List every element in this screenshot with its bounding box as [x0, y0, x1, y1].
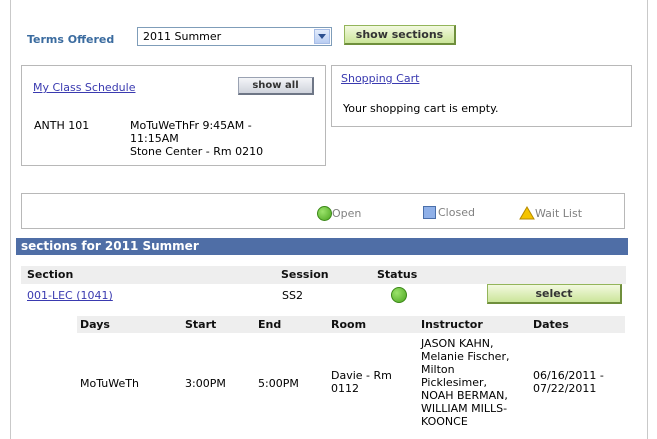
class-schedule-panel: My Class Schedule show all ANTH 101 MoTu…: [21, 65, 326, 166]
wait-list-icon: [519, 206, 535, 220]
section-session: SS2: [282, 289, 303, 302]
term-select[interactable]: 2011 Summer: [137, 27, 332, 46]
meeting-start: 3:00PM: [185, 377, 226, 390]
dates-line: 07/22/2011: [533, 382, 597, 395]
instructor-line: Picklesimer,: [421, 376, 487, 389]
col-days: Days: [80, 318, 110, 331]
open-status-icon: [317, 206, 332, 221]
meeting-days: MoTuWeTh: [80, 377, 139, 390]
open-status-icon: [391, 287, 407, 303]
room-line: 0112: [331, 382, 359, 395]
meeting-room: Davie - Rm 0112: [331, 369, 392, 395]
legend-wait-label: Wait List: [535, 206, 583, 220]
meeting-line: 11:15AM: [130, 132, 179, 145]
legend-open: Open: [317, 206, 361, 221]
col-dates: Dates: [533, 318, 569, 331]
legend-open-label: Open: [332, 207, 362, 220]
legend-wait-list: Wait List: [519, 206, 582, 220]
col-status: Status: [377, 268, 418, 281]
legend-closed: Closed: [423, 206, 475, 219]
meeting-line: MoTuWeThFr 9:45AM -: [130, 119, 252, 132]
dates-line: 06/16/2011 -: [533, 369, 604, 382]
status-legend: Open Closed Wait List: [21, 193, 625, 229]
col-end: End: [258, 318, 282, 331]
instructor-line: Melanie Fischer,: [421, 350, 510, 363]
terms-offered-label: Terms Offered: [27, 33, 115, 46]
cart-empty-message: Your shopping cart is empty.: [343, 102, 499, 115]
instructor-line: JASON KAHN,: [421, 337, 494, 350]
meeting-dates: 06/16/2011 - 07/22/2011: [533, 369, 604, 395]
col-start: Start: [185, 318, 217, 331]
instructor-line: WILLIAM MILLS-: [421, 402, 508, 415]
shopping-cart-link[interactable]: Shopping Cart: [341, 72, 419, 85]
legend-closed-label: Closed: [438, 206, 475, 219]
scheduled-meeting: MoTuWeThFr 9:45AM - 11:15AM Stone Center…: [130, 119, 290, 158]
shopping-cart-panel: Shopping Cart Your shopping cart is empt…: [331, 65, 632, 127]
room-line: Davie - Rm: [331, 369, 392, 382]
col-instructor: Instructor: [421, 318, 483, 331]
section-link[interactable]: 001-LEC (1041): [27, 289, 113, 302]
scheduled-course: ANTH 101: [34, 119, 90, 132]
instructor-line: Milton: [421, 363, 455, 376]
meeting-location: Stone Center - Rm 0210: [130, 145, 264, 158]
term-select-value: 2011 Summer: [143, 30, 222, 43]
instructor-line: NOAH BERMAN,: [421, 389, 508, 402]
select-button[interactable]: select: [487, 284, 622, 304]
meeting-end: 5:00PM: [258, 377, 299, 390]
show-all-button[interactable]: show all: [238, 77, 314, 95]
col-section: Section: [27, 268, 74, 281]
chevron-down-icon[interactable]: [314, 29, 330, 44]
show-sections-button[interactable]: show sections: [344, 25, 456, 45]
sections-header: sections for 2011 Summer: [16, 238, 628, 255]
col-room: Room: [331, 318, 367, 331]
meeting-instructors: JASON KAHN, Melanie Fischer, Milton Pick…: [421, 337, 509, 428]
col-session: Session: [281, 268, 329, 281]
my-class-schedule-link[interactable]: My Class Schedule: [33, 81, 135, 94]
closed-status-icon: [423, 206, 436, 219]
instructor-line: KOONCE: [421, 415, 468, 428]
